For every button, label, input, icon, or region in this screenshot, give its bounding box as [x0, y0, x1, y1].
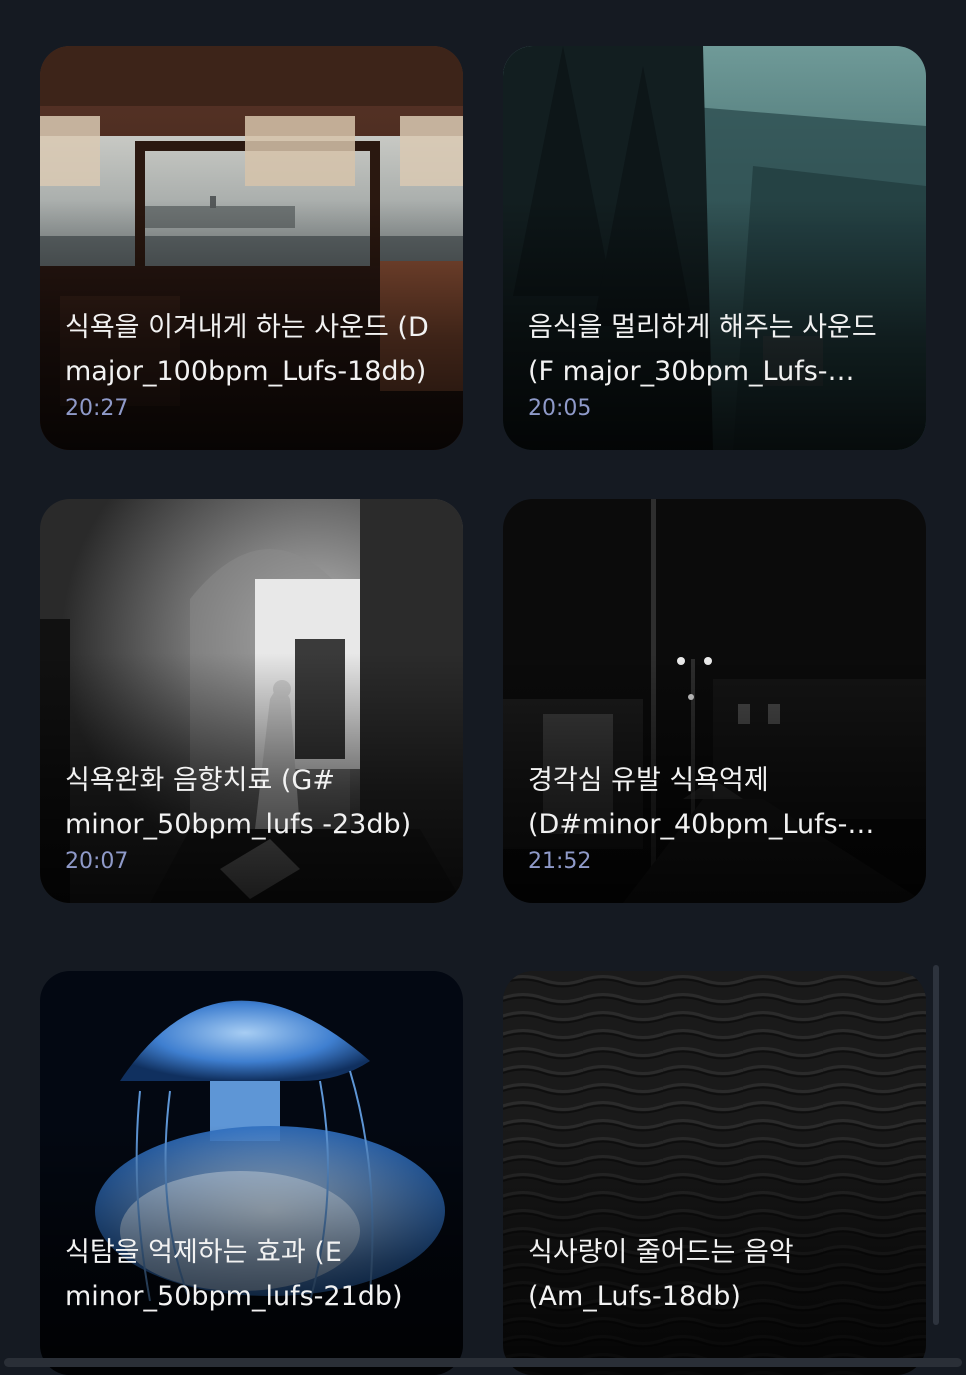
track-card[interactable]: 식사량이 줄어드는 음악 (Am_Lufs-18db)	[503, 971, 926, 1375]
track-duration: 20:05	[528, 396, 592, 421]
track-card[interactable]: 경각심 유발 식욕억제 (D#minor_40bpm_Lufs-20db) 21…	[503, 499, 926, 903]
track-card[interactable]: 식욕완화 음향치료 (G# minor_50bpm_lufs -23db) 20…	[40, 499, 463, 903]
track-title: 식탐을 억제하는 효과 (E minor_50bpm_lufs-21db)	[65, 1237, 403, 1312]
track-duration: 20:27	[65, 396, 129, 421]
vertical-scrollbar[interactable]	[933, 965, 939, 1325]
track-title: 식욕을 이겨내게 하는 사운드 (D major_100bpm_Lufs-18d…	[65, 312, 429, 387]
track-card[interactable]: 식탐을 억제하는 효과 (E minor_50bpm_lufs-21db)	[40, 971, 463, 1375]
track-title: 식욕완화 음향치료 (G# minor_50bpm_lufs -23db)	[65, 765, 412, 840]
track-card[interactable]: 음식을 멀리하게 해주는 사운드 (F major_30bpm_Lufs-18d…	[503, 46, 926, 450]
track-grid: 식욕을 이겨내게 하는 사운드 (D major_100bpm_Lufs-18d…	[0, 0, 966, 1375]
track-title: 음식을 멀리하게 해주는 사운드 (F major_30bpm_Lufs-18d…	[528, 312, 877, 387]
track-card[interactable]: 식욕을 이겨내게 하는 사운드 (D major_100bpm_Lufs-18d…	[40, 46, 463, 450]
track-title: 식사량이 줄어드는 음악 (Am_Lufs-18db)	[528, 1237, 794, 1312]
track-title: 경각심 유발 식욕억제 (D#minor_40bpm_Lufs-20db)	[528, 765, 848, 840]
track-duration: 21:52	[528, 849, 592, 874]
horizontal-scrollbar[interactable]	[4, 1358, 962, 1367]
track-duration: 20:07	[65, 849, 129, 874]
